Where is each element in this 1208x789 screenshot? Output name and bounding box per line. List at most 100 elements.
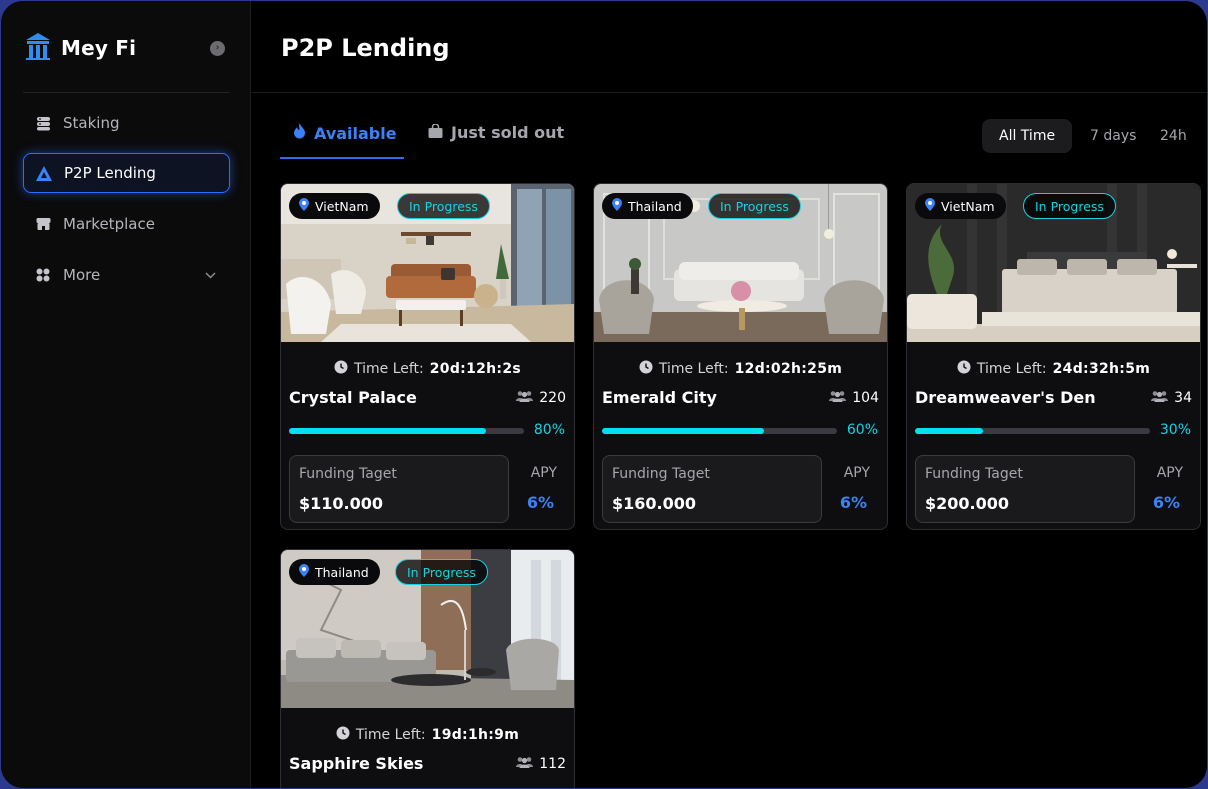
sidebar-item-more[interactable]: More: [23, 255, 230, 295]
location-pin-icon: [299, 198, 309, 214]
tab-label: Available: [314, 123, 397, 143]
property-name: Crystal Palace: [289, 388, 417, 407]
funding-target-label: Funding Taget: [299, 466, 397, 482]
apy-label: APY: [530, 465, 557, 481]
tab-label: Just sold out: [451, 123, 565, 142]
store-icon: [35, 216, 51, 232]
funding-target-value: $200.000: [925, 494, 1010, 513]
property-name: Emerald City: [602, 388, 717, 407]
brand-name: Mey Fi: [61, 36, 137, 60]
triangle-logo-icon: [36, 165, 52, 181]
funding-progress-bar: [289, 428, 524, 434]
funding-target-label: Funding Taget: [925, 466, 1023, 482]
clock-icon: [957, 360, 971, 378]
database-icon: [35, 115, 51, 131]
investor-count: 34: [1151, 390, 1192, 406]
apy-value: 6%: [526, 493, 554, 512]
property-card[interactable]: VietNam In Progress Time Left: 24d:32h:5…: [906, 183, 1201, 530]
property-card[interactable]: Thailand In Progress Time Left: 12d:02h:…: [593, 183, 888, 530]
funding-progress-fill: [602, 428, 765, 434]
bag-icon: [428, 123, 443, 142]
filter-all-time[interactable]: All Time: [982, 119, 1073, 153]
divider: [252, 92, 1207, 93]
location-badge: Thailand: [602, 193, 693, 219]
funding-target-box: Funding Taget $200.000: [915, 455, 1135, 523]
sidebar-item-marketplace[interactable]: Marketplace: [23, 204, 230, 244]
location-pin-icon: [612, 198, 622, 214]
time-left-label: Time Left:: [355, 727, 426, 743]
grid-icon: [35, 267, 51, 283]
time-left-value: 24d:32h:5m: [1052, 361, 1151, 377]
time-left-label: Time Left:: [658, 361, 729, 377]
time-left: Time Left: 20d:12h:2s: [281, 360, 574, 378]
funding-target-value: $110.000: [299, 494, 384, 513]
location-label: Thailand: [628, 198, 682, 214]
time-left-label: Time Left:: [353, 361, 424, 377]
investor-count-value: 220: [539, 390, 566, 406]
sidebar: Mey Fi › Staking P2P Lending Marketplace: [1, 1, 251, 788]
location-label: VietNam: [315, 198, 369, 214]
sidebar-item-label: P2P Lending: [64, 164, 156, 182]
property-name: Sapphire Skies: [289, 754, 424, 773]
location-pin-icon: [925, 198, 935, 214]
tab-available[interactable]: Available: [293, 123, 397, 143]
active-tab-indicator: [280, 157, 404, 159]
funding-progress-bar: [602, 428, 837, 434]
funding-progress-bar: [915, 428, 1150, 434]
apy-label: APY: [1156, 465, 1183, 481]
apy-value: 6%: [839, 493, 867, 512]
time-left: Time Left: 19d:1h:9m: [281, 726, 574, 744]
funding-target-label: Funding Taget: [612, 466, 710, 482]
funding-progress-percent: 30%: [1159, 422, 1191, 438]
chevron-right-icon: ›: [215, 43, 220, 53]
sidebar-item-label: More: [63, 266, 101, 284]
filter-7-days[interactable]: 7 days: [1090, 119, 1136, 153]
time-left: Time Left: 24d:32h:5m: [907, 360, 1200, 378]
investor-count-value: 34: [1174, 390, 1192, 406]
funding-progress-fill: [915, 428, 984, 434]
location-label: VietNam: [941, 198, 995, 214]
investor-count: 112: [516, 756, 566, 772]
property-card[interactable]: Thailand In Progress Time Left: 19d:1h:9…: [280, 549, 575, 788]
investor-count: 104: [829, 390, 879, 406]
investor-count-value: 104: [852, 390, 879, 406]
time-left-label: Time Left:: [976, 361, 1047, 377]
location-label: Thailand: [315, 564, 369, 580]
funding-progress-percent: 60%: [846, 422, 878, 438]
funding-target-box: Funding Taget $160.000: [602, 455, 822, 523]
brand[interactable]: Mey Fi: [23, 31, 136, 65]
clock-icon: [334, 360, 348, 378]
app-window: Mey Fi › Staking P2P Lending Marketplace: [1, 1, 1207, 788]
sidebar-item-staking[interactable]: Staking: [23, 103, 230, 143]
time-left-value: 12d:02h:25m: [734, 361, 843, 377]
funding-progress-percent: 80%: [533, 422, 565, 438]
time-left-value: 19d:1h:9m: [431, 727, 520, 743]
funding-target-value: $160.000: [612, 494, 697, 513]
property-card[interactable]: VietNam In Progress Time Left: 20d:12h:2…: [280, 183, 575, 530]
status-badge: In Progress: [708, 193, 801, 219]
clock-icon: [639, 360, 653, 378]
flame-icon: [293, 123, 306, 143]
group-icon: [516, 756, 534, 772]
collapse-sidebar-button[interactable]: ›: [210, 41, 225, 56]
page-title: P2P Lending: [281, 34, 450, 62]
status-badge: In Progress: [1023, 193, 1116, 219]
status-badge: In Progress: [395, 559, 488, 585]
clock-icon: [336, 726, 350, 744]
property-name: Dreamweaver's Den: [915, 388, 1096, 407]
sidebar-item-label: Staking: [63, 114, 120, 132]
funding-target-box: Funding Taget $110.000: [289, 455, 509, 523]
chevron-down-icon: [205, 268, 216, 282]
group-icon: [829, 390, 847, 406]
time-left: Time Left: 12d:02h:25m: [594, 360, 887, 378]
divider: [23, 92, 230, 93]
tab-just-sold-out[interactable]: Just sold out: [428, 123, 564, 142]
location-pin-icon: [299, 564, 309, 580]
sidebar-item-p2p-lending[interactable]: P2P Lending: [23, 153, 230, 193]
apy-label: APY: [843, 465, 870, 481]
time-left-value: 20d:12h:2s: [429, 361, 521, 377]
location-badge: VietNam: [915, 193, 1006, 219]
status-badge: In Progress: [397, 193, 490, 219]
apy-value: 6%: [1152, 493, 1180, 512]
filter-24h[interactable]: 24h: [1160, 119, 1187, 153]
